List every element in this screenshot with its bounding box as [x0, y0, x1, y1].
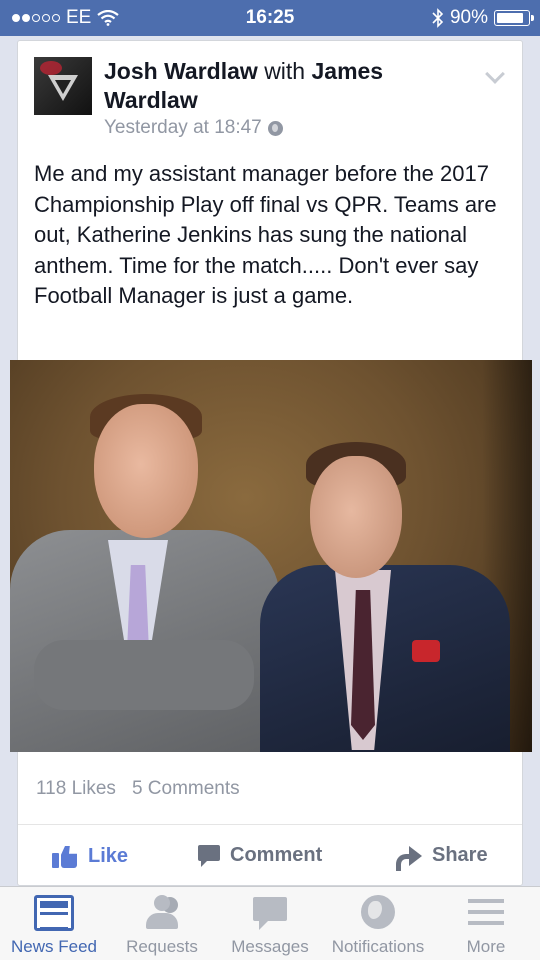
engagement-counts: 118 Likes 5 Comments — [36, 778, 240, 800]
tab-messages[interactable]: Messages — [216, 895, 324, 957]
battery-percent: 90% — [449, 7, 488, 28]
chevron-down-icon[interactable] — [485, 64, 505, 84]
globe-icon — [267, 120, 283, 136]
with-text: with — [264, 58, 306, 84]
post-actions: Like Comment Share — [18, 838, 524, 878]
post-header: Josh Wardlaw with James Wardlaw — [104, 57, 434, 115]
thumbs-up-icon — [52, 844, 78, 868]
tab-label: Requests — [126, 937, 198, 956]
battery-icon — [494, 10, 534, 26]
tab-label: Notifications — [331, 937, 425, 956]
comment-label: Comment — [230, 844, 323, 866]
comments-count[interactable]: 5 Comments — [132, 778, 240, 800]
share-arrow-icon — [396, 845, 422, 871]
likes-count[interactable]: 118 Likes — [36, 778, 116, 800]
post-timestamp-row: Yesterday at 18:47 — [104, 117, 283, 139]
friend-requests-icon — [142, 895, 182, 931]
notifications-icon — [358, 895, 398, 931]
tab-label: More — [466, 937, 506, 956]
tab-more[interactable]: More — [432, 895, 540, 957]
like-button[interactable]: Like — [52, 844, 128, 868]
post-photo[interactable] — [10, 360, 532, 752]
share-label: Share — [432, 844, 488, 866]
author-name[interactable]: Josh Wardlaw — [104, 58, 258, 84]
status-bar: EE 16:25 90% — [0, 0, 540, 36]
avatar[interactable] — [34, 57, 92, 115]
tab-label: News Feed — [11, 937, 97, 956]
divider — [18, 824, 522, 825]
post-text: Me and my assistant manager before the 2… — [34, 161, 497, 308]
tab-label: Messages — [231, 937, 309, 956]
comment-icon — [198, 844, 220, 867]
tab-requests[interactable]: Requests — [108, 895, 216, 957]
tab-news-feed[interactable]: News Feed — [0, 895, 108, 957]
post-card: Josh Wardlaw with James Wardlaw Yesterda… — [10, 40, 532, 886]
share-button[interactable]: Share — [396, 844, 488, 871]
comment-button[interactable]: Comment — [198, 844, 322, 867]
menu-icon — [466, 895, 506, 931]
tab-bar: News Feed Requests Messages Notification… — [0, 886, 540, 960]
news-feed-icon — [34, 895, 74, 931]
bluetooth-icon — [432, 8, 444, 28]
tab-notifications[interactable]: Notifications — [324, 895, 432, 957]
messages-icon — [250, 895, 290, 931]
like-label: Like — [88, 844, 129, 867]
post-timestamp[interactable]: Yesterday at 18:47 — [104, 117, 262, 139]
status-right: 90% — [432, 7, 534, 29]
